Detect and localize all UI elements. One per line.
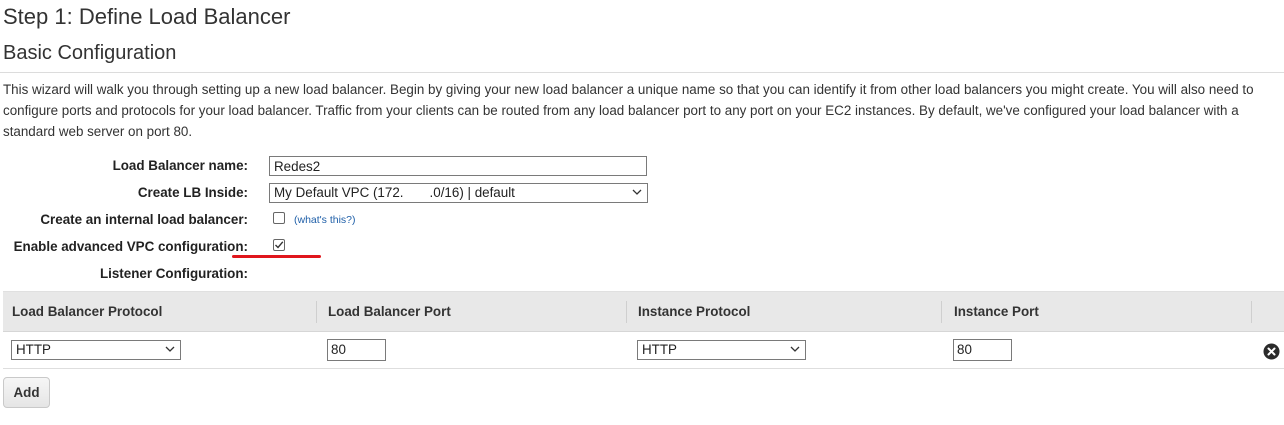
- checkmark-icon: [275, 241, 284, 249]
- internal-lb-checkbox[interactable]: [273, 212, 285, 224]
- header-lb-protocol: Load Balancer Protocol: [12, 304, 163, 319]
- header-divider: [316, 301, 317, 323]
- header-divider: [626, 301, 627, 323]
- lb-protocol-value: HTTP: [16, 342, 51, 357]
- remove-row-icon[interactable]: [1263, 343, 1280, 360]
- advanced-vpc-checkbox[interactable]: [273, 239, 285, 251]
- header-divider: [941, 301, 942, 323]
- name-label: Load Balancer name:: [112, 158, 248, 173]
- instance-protocol-select[interactable]: HTTP: [637, 340, 806, 360]
- load-balancer-name-input[interactable]: Redes2: [269, 156, 647, 176]
- lb-port-input[interactable]: 80: [327, 339, 386, 361]
- vpc-select-value: My Default VPC (172. .0/16) | default: [274, 185, 515, 200]
- lb-protocol-select[interactable]: HTTP: [11, 340, 181, 360]
- section-divider: [0, 72, 1284, 73]
- create-inside-label: Create LB Inside:: [137, 185, 248, 200]
- vpc-select[interactable]: My Default VPC (172. .0/16) | default: [269, 183, 648, 203]
- whats-this-link[interactable]: (what's this?): [294, 214, 356, 226]
- chevron-down-icon: [790, 346, 800, 352]
- section-title: Basic Configuration: [3, 42, 177, 64]
- advanced-vpc-label: Enable advanced VPC configuration:: [13, 239, 248, 254]
- header-divider: [1251, 301, 1252, 323]
- chevron-down-icon: [632, 189, 642, 195]
- listener-config-label: Listener Configuration:: [99, 266, 248, 281]
- header-lb-port: Load Balancer Port: [328, 304, 451, 319]
- instance-port-input[interactable]: 80: [953, 339, 1012, 361]
- listener-table-header: Load Balancer Protocol Load Balancer Por…: [3, 291, 1284, 332]
- internal-lb-label: Create an internal load balancer:: [40, 212, 248, 227]
- step-title: Step 1: Define Load Balancer: [3, 4, 291, 29]
- header-instance-port: Instance Port: [954, 304, 1039, 319]
- add-listener-button[interactable]: Add: [3, 377, 50, 408]
- intro-text: This wizard will walk you through settin…: [3, 82, 1254, 139]
- instance-protocol-value: HTTP: [642, 342, 677, 357]
- header-instance-protocol: Instance Protocol: [638, 304, 751, 319]
- chevron-down-icon: [165, 346, 175, 352]
- annotation-underline: [232, 255, 321, 258]
